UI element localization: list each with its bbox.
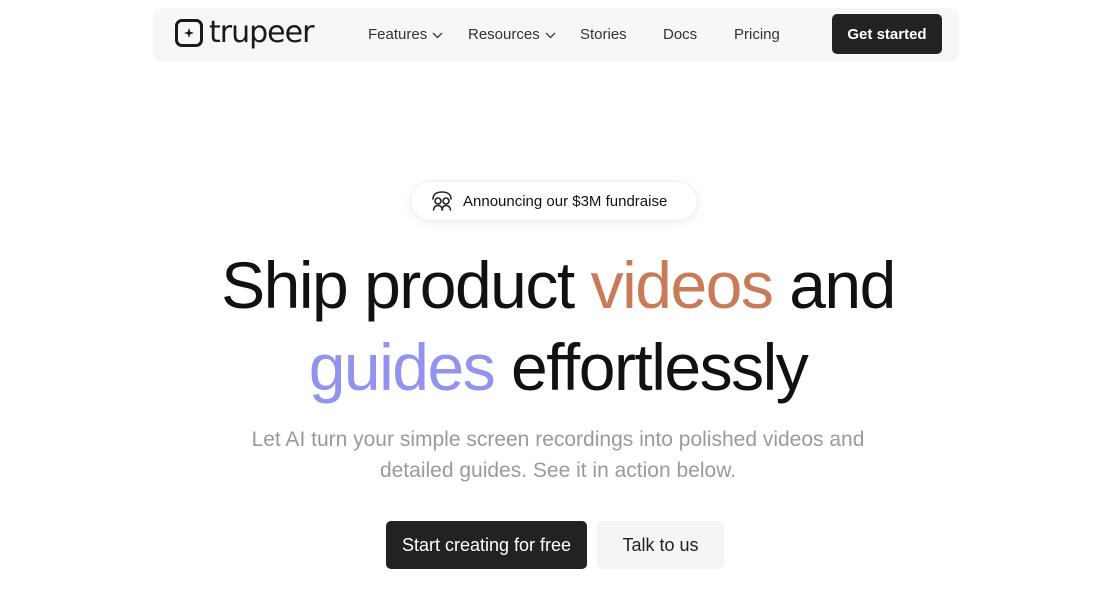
chevron-down-icon — [432, 26, 443, 43]
nav-resources[interactable]: Resources — [468, 26, 556, 43]
nav-features-label: Features — [368, 26, 428, 43]
headline-part3: effortlessly — [511, 330, 809, 404]
subtitle-line1: Let AI turn your simple screen recording… — [251, 428, 865, 451]
headline-part1: Ship product — [221, 248, 575, 322]
nav-pricing[interactable]: Pricing — [734, 26, 780, 43]
sparkle-square-icon — [175, 19, 203, 47]
talk-to-us-button[interactable]: Talk to us — [597, 521, 724, 569]
announcement-text: Announcing our $3M fundraise — [463, 192, 668, 210]
people-icon — [430, 190, 454, 212]
landing-page: trupeer Features Resources Stories Docs … — [0, 0, 1116, 608]
nav-resources-label: Resources — [468, 26, 540, 43]
nav-docs[interactable]: Docs — [663, 26, 697, 43]
nav-docs-label: Docs — [663, 26, 698, 43]
get-started-button[interactable]: Get started — [832, 14, 942, 54]
brand-name: trupeer — [209, 15, 314, 50]
subtitle-line2: detailed guides. See it in action below. — [379, 459, 737, 482]
headline-highlight-guides: guides — [308, 330, 496, 404]
chevron-down-icon — [545, 26, 556, 43]
top-navbar: trupeer Features Resources Stories Docs … — [153, 8, 959, 62]
start-creating-button[interactable]: Start creating for free — [386, 521, 587, 569]
announcement-pill[interactable]: Announcing our $3M fundraise — [411, 182, 697, 220]
hero-headline: Ship product videos and guides effortless… — [0, 244, 1116, 408]
headline-part2: and — [789, 248, 896, 322]
headline-highlight-videos: videos — [590, 248, 774, 322]
brand-logo[interactable]: trupeer — [175, 15, 314, 50]
hero-subtitle: Let AI turn your simple screen recording… — [0, 424, 1116, 486]
nav-stories-label: Stories — [580, 26, 627, 43]
nav-features[interactable]: Features — [368, 26, 443, 43]
nav-stories[interactable]: Stories — [580, 26, 627, 43]
nav-pricing-label: Pricing — [734, 26, 780, 43]
